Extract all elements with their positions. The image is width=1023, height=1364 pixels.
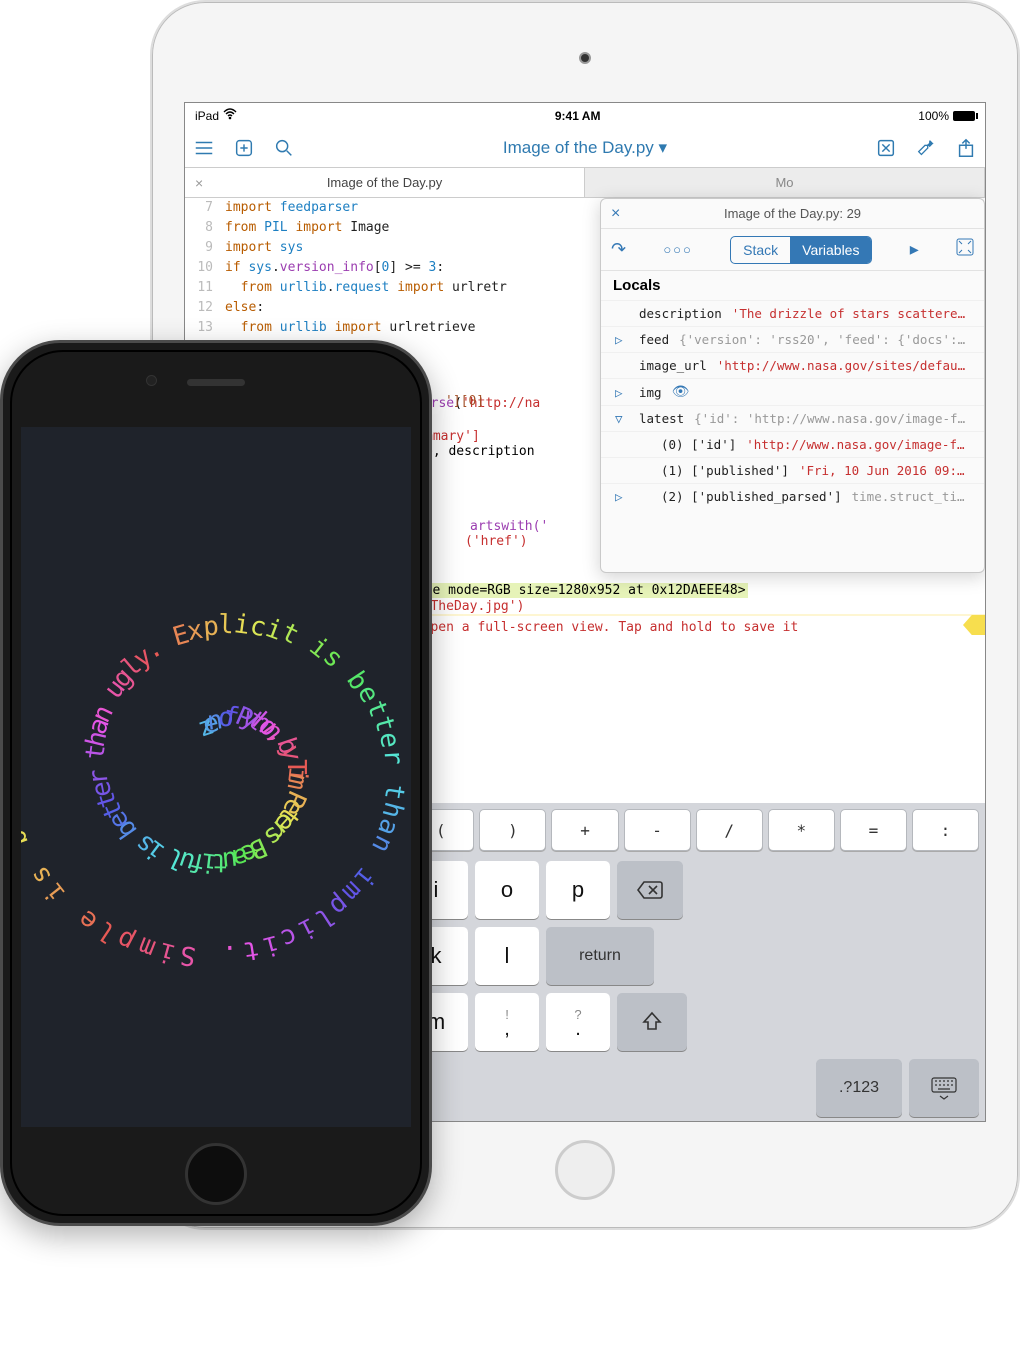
spiral-char: r [377, 749, 408, 766]
debugger-toolbar: ↷ ○○○ Stack Variables ▸ [601, 229, 984, 271]
wifi-icon [223, 108, 237, 123]
iphone-frame: zen of Python, by Tim Peters Beautiful i… [0, 340, 432, 1226]
return-key[interactable]: return [546, 927, 654, 985]
tab-label: Image of the Day.py [327, 175, 442, 190]
locals-header: Locals [601, 271, 984, 300]
iphone-camera-icon [146, 375, 157, 386]
seg-stack[interactable]: Stack [731, 237, 790, 263]
variable-row[interactable]: image_url'http://www.nasa.gov/sites/defa… [601, 352, 984, 378]
key[interactable]: p [546, 861, 610, 919]
tab-label: Mo [775, 175, 793, 190]
spiral-char: m [134, 930, 160, 964]
key[interactable]: o [475, 861, 539, 919]
more-icon[interactable]: ○○○ [663, 242, 693, 257]
variable-row[interactable]: ▷(2) ['published_parsed']time.struct_ti… [601, 483, 984, 509]
iphone-screen: zen of Python, by Tim Peters Beautiful i… [21, 427, 411, 1127]
hide-keyboard-key[interactable] [909, 1059, 979, 1117]
debugger-title-bar: × Image of the Day.py: 29 [601, 199, 984, 229]
key[interactable]: - [624, 809, 691, 851]
search-icon[interactable] [273, 137, 295, 159]
key[interactable]: = [840, 809, 907, 851]
key[interactable]: l [475, 927, 539, 985]
code-frag-starts: artswith(' [470, 519, 548, 534]
variable-row[interactable]: ▷img👁 [601, 378, 984, 405]
spiral-char: e [373, 730, 405, 750]
status-device: iPad [195, 109, 219, 123]
mode-key[interactable]: .?123 [816, 1059, 902, 1117]
key[interactable]: : [912, 809, 979, 851]
spiral-char [201, 940, 218, 971]
zen-spiral: zen of Python, by Tim Peters Beautiful i… [21, 427, 411, 1127]
menu-icon[interactable] [193, 137, 215, 159]
iphone-home-button[interactable] [185, 1143, 247, 1205]
spiral-char: i [156, 935, 179, 968]
clear-icon[interactable] [875, 137, 897, 159]
debugger-title: Image of the Day.py: 29 [724, 206, 861, 221]
spiral-char: S [178, 939, 198, 971]
status-time: 9:41 AM [555, 109, 601, 123]
expand-icon[interactable] [956, 238, 974, 261]
ipad-camera [579, 52, 591, 64]
tab-inactive[interactable]: Mo [585, 168, 985, 197]
iphone-speaker-icon [187, 379, 245, 386]
spiral-char: e [21, 806, 26, 829]
variables-list: description'The drizzle of stars scatter… [601, 300, 984, 509]
step-over-icon[interactable]: ↷ [611, 239, 626, 260]
new-file-icon[interactable] [233, 137, 255, 159]
status-bar: iPad 9:41 AM 100% [185, 103, 985, 128]
main-toolbar: Image of the Day.py ▾ [185, 128, 985, 168]
variable-row[interactable]: (1) ['published']'Fri, 10 Jun 2016 09:5… [601, 457, 984, 483]
share-icon[interactable] [955, 137, 977, 159]
key[interactable]: / [696, 809, 763, 851]
debugger-panel: × Image of the Day.py: 29 ↷ ○○○ Stack Va… [600, 198, 985, 573]
file-title[interactable]: Image of the Day.py ▾ [503, 138, 667, 157]
debugger-segment[interactable]: Stack Variables [730, 236, 872, 264]
spiral-char [379, 766, 410, 783]
key[interactable]: ?. [546, 993, 610, 1051]
variable-row[interactable]: (0) ['id']'http://www.nasa.gov/image-fea… [601, 431, 984, 457]
continue-icon[interactable]: ▸ [910, 239, 919, 260]
close-tab-icon[interactable]: × [195, 175, 203, 191]
key[interactable]: !, [475, 993, 539, 1051]
file-tabs: × Image of the Day.py Mo [185, 168, 985, 198]
backspace-key[interactable] [617, 861, 683, 919]
inline-repr: mage mode=RGB size=1280x952 at 0x12DAEEE… [407, 583, 748, 598]
key[interactable]: ) [479, 809, 546, 851]
variable-row[interactable]: description'The drizzle of stars scatter… [601, 300, 984, 326]
seg-variables[interactable]: Variables [790, 237, 871, 263]
variable-row[interactable]: ▽latest{'id': 'http://www.nasa.gov/image… [601, 405, 984, 431]
wrench-icon[interactable] [915, 137, 937, 159]
battery-icon [953, 111, 975, 121]
ipad-home-button[interactable] [555, 1140, 615, 1200]
spiral-char: t [241, 934, 261, 966]
shift-key[interactable] [617, 993, 687, 1051]
close-debugger-icon[interactable]: × [611, 205, 620, 223]
key[interactable]: + [551, 809, 618, 851]
tab-active[interactable]: × Image of the Day.py [185, 168, 585, 197]
variable-row[interactable]: ▷feed{'version': 'rss20', 'feed': {'docs… [601, 326, 984, 352]
status-battery-text: 100% [918, 109, 949, 123]
spiral-char: . [222, 939, 239, 970]
key[interactable]: * [768, 809, 835, 851]
eye-icon[interactable]: 👁 [672, 384, 690, 400]
